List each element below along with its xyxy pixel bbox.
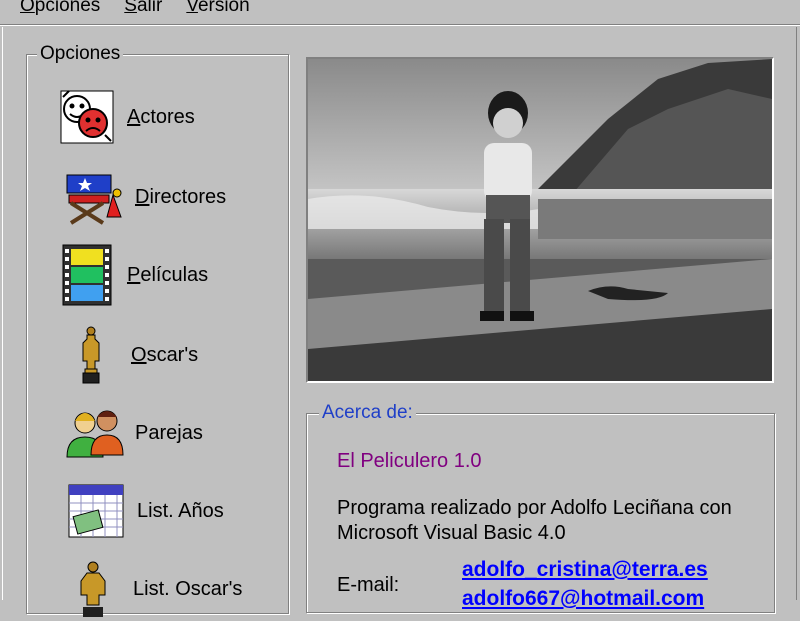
option-oscars[interactable]: Oscar's	[59, 323, 198, 387]
actors-masks-icon	[60, 90, 114, 144]
menu-opciones[interactable]: Opciones	[20, 0, 100, 15]
option-list-oscars[interactable]: List. Oscar's	[61, 557, 242, 621]
option-list-anos[interactable]: List. Años	[65, 479, 224, 543]
oscar-statuette-icon	[82, 326, 100, 384]
option-actores[interactable]: Actores	[55, 85, 195, 149]
app-name: El Peliculero 1.0	[337, 450, 482, 472]
about-group-title: Acerca de:	[319, 402, 416, 424]
couple-people-icon	[66, 410, 124, 458]
app-description: Programa realizado por Adolfo Leciñana c…	[337, 497, 732, 544]
photo-frame	[306, 57, 774, 383]
email-link-hotmail[interactable]: adolfo667@hotmail.com	[462, 587, 704, 611]
option-label-directores: Directores	[135, 185, 227, 208]
option-parejas[interactable]: Parejas	[63, 401, 203, 465]
film-strip-icon	[62, 244, 112, 306]
option-label-oscars: Oscar's	[131, 343, 199, 366]
window-border-right	[796, 27, 797, 600]
about-groupbox: Acerca de: El Peliculero 1.0 Programa re…	[306, 402, 775, 613]
menu-bar: Opciones Salir Versión	[0, 0, 800, 22]
beach-photo	[308, 59, 772, 381]
options-groupbox: Opciones Actores Directores Películas Os…	[26, 43, 289, 617]
email-label: E-mail:	[337, 574, 400, 596]
email-link-terra[interactable]: adolfo_cristina@terra.es	[462, 558, 708, 582]
option-peliculas[interactable]: Películas	[55, 243, 208, 307]
option-label-actores: Actores	[127, 105, 195, 128]
oscar-list-icon	[80, 561, 106, 617]
option-label-list-oscars: List. Oscar's	[133, 577, 243, 600]
calendar-list-icon	[68, 484, 124, 538]
menu-salir[interactable]: Salir	[124, 0, 162, 15]
window-border-left	[2, 27, 3, 600]
options-group-title: Opciones	[37, 43, 124, 65]
option-label-list-anos: List. Años	[137, 499, 224, 522]
option-directores[interactable]: Directores	[63, 165, 226, 229]
option-label-parejas: Parejas	[135, 421, 203, 444]
menu-separator	[0, 24, 800, 26]
director-chair-icon	[66, 174, 122, 225]
menu-version[interactable]: Versión	[186, 0, 249, 15]
option-label-peliculas: Películas	[127, 263, 209, 286]
